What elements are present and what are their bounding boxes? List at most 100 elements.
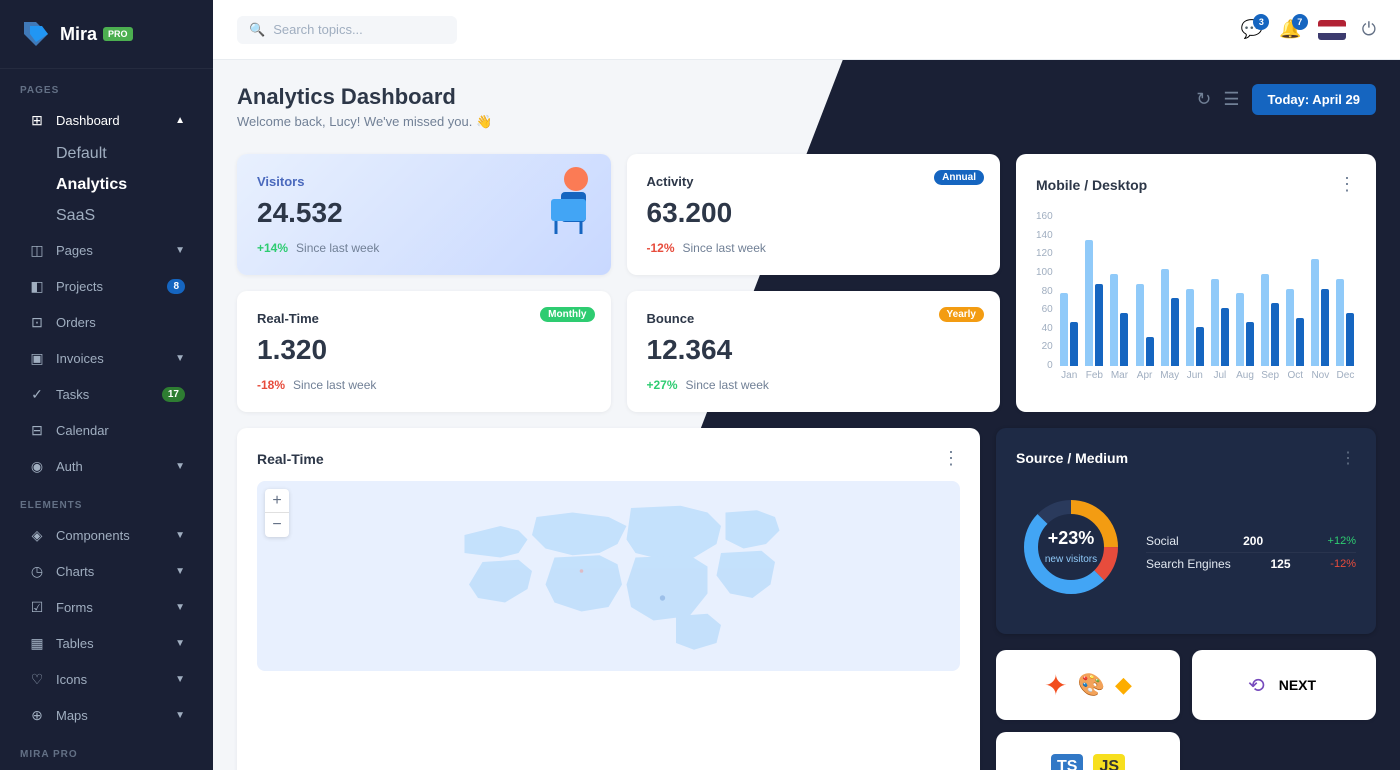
sidebar-item-pages[interactable]: ◫ Pages ▼	[8, 233, 205, 267]
app-name: Mira	[60, 24, 97, 45]
sidebar-item-invoices[interactable]: ▣ Invoices ▼	[8, 341, 205, 375]
notifications-button[interactable]: 💬 3	[1241, 19, 1263, 40]
mobile-bar-1	[1095, 284, 1103, 366]
sidebar-item-charts[interactable]: ◷ Charts ▼	[8, 554, 205, 588]
search-bar[interactable]: 🔍 Search topics...	[237, 16, 457, 44]
chat-badge: 3	[1253, 14, 1269, 30]
bar-group-nov	[1310, 211, 1331, 366]
search-placeholder: Search topics...	[273, 22, 363, 37]
logo-area[interactable]: Mira PRO	[0, 0, 213, 69]
sidebar-item-calendar[interactable]: ⊟ Calendar	[8, 413, 205, 447]
tables-label: Tables	[56, 636, 94, 651]
sidebar-item-dashboard[interactable]: ⊞ Dashboard ▲	[8, 103, 205, 137]
realtime-map-card: Real-Time ⋮ + −	[237, 428, 980, 770]
sidebar-item-icons[interactable]: ♡ Icons ▼	[8, 662, 205, 696]
bounce-since: Since last week	[686, 378, 769, 392]
bar-label-sep: Sep	[1260, 370, 1281, 381]
sidebar-item-analytics[interactable]: Analytics	[56, 170, 205, 200]
projects-label: Projects	[56, 279, 103, 294]
page-subtitle: Welcome back, Lucy! We've missed you. 👋	[237, 114, 492, 130]
bar-group-may	[1159, 211, 1180, 366]
sketch-icon: ◆	[1115, 672, 1132, 698]
social-value: 200	[1243, 534, 1263, 548]
bar-label-jan: Jan	[1059, 370, 1080, 381]
filter-button[interactable]: ☰	[1223, 89, 1239, 110]
bounce-footer: +27% Since last week	[647, 378, 981, 392]
components-chevron: ▼	[175, 530, 185, 541]
bounce-value: 12.364	[647, 334, 981, 366]
sidebar-item-saas[interactable]: SaaS	[56, 201, 205, 231]
sidebar-item-auth[interactable]: ◉ Auth ▼	[8, 449, 205, 483]
refresh-button[interactable]: ↻	[1196, 89, 1211, 110]
components-icon: ◈	[28, 526, 46, 544]
sidebar-item-orders[interactable]: ⊡ Orders	[8, 305, 205, 339]
source-more-icon[interactable]: ⋮	[1340, 448, 1356, 468]
realtime-delta: -18%	[257, 378, 285, 392]
bar-x-labels: JanFebMarAprMayJunJulAugSepOctNovDec	[1059, 370, 1356, 381]
donut-chart: +23% new visitors	[1016, 492, 1126, 602]
icons-chevron: ▼	[175, 674, 185, 685]
sidebar-item-default[interactable]: Default	[56, 139, 205, 169]
page-title: Analytics Dashboard	[237, 84, 492, 110]
desktop-bar-11	[1336, 279, 1344, 366]
tasks-badge: 17	[162, 387, 185, 402]
chart-more-icon[interactable]: ⋮	[1338, 174, 1356, 195]
orders-icon: ⊡	[28, 313, 46, 331]
pages-chevron: ▼	[175, 245, 185, 256]
realtime-value: 1.320	[257, 334, 591, 366]
date-button[interactable]: Today: April 29	[1252, 84, 1376, 115]
elements-section-label: ELEMENTS	[0, 484, 213, 517]
bar-chart	[1059, 211, 1356, 366]
map-more-icon[interactable]: ⋮	[942, 448, 960, 469]
main-content: Analytics Dashboard Welcome back, Lucy! …	[213, 60, 1400, 770]
charts-icon: ◷	[28, 562, 46, 580]
source-title: Source / Medium	[1016, 450, 1128, 466]
bell-button[interactable]: 🔔 7	[1279, 19, 1301, 40]
desktop-bar-4	[1161, 269, 1169, 366]
charts-chevron: ▼	[175, 566, 185, 577]
visitor-illustration	[521, 164, 601, 244]
invoices-label: Invoices	[56, 351, 104, 366]
calendar-icon: ⊟	[28, 421, 46, 439]
power-button[interactable]: ⏻	[1362, 19, 1376, 40]
desktop-bar-9	[1286, 289, 1294, 367]
figma-icon: ✦	[1044, 669, 1067, 702]
bar-group-jun	[1184, 211, 1205, 366]
header-actions: 💬 3 🔔 7 ⏻	[1241, 19, 1376, 40]
tech-logos-grid: ✦ 🎨 ◆ ⟲ NEXT TS JS	[996, 650, 1376, 770]
icons-label: Icons	[56, 672, 87, 687]
desktop-bar-3	[1136, 284, 1144, 366]
chart-area: 160140120100 806040200 JanFebMarAprMayJu…	[1036, 211, 1356, 381]
sidebar-item-tables[interactable]: ▦ Tables ▼	[8, 626, 205, 660]
auth-label: Auth	[56, 459, 83, 474]
source-medium-card: Source / Medium ⋮	[996, 428, 1376, 634]
sidebar-item-tasks[interactable]: ✓ Tasks 17	[8, 377, 205, 411]
mobile-bar-4	[1171, 298, 1179, 366]
bar-label-nov: Nov	[1310, 370, 1331, 381]
language-flag[interactable]	[1318, 20, 1346, 40]
figma-logo: 🎨	[1078, 672, 1105, 698]
bar-group-jan	[1059, 211, 1080, 366]
sidebar-item-components[interactable]: ◈ Components ▼	[8, 518, 205, 552]
tasks-icon: ✓	[28, 385, 46, 403]
logo-icon	[20, 18, 52, 50]
sidebar: Mira PRO PAGES ⊞ Dashboard ▲ Default Ana…	[0, 0, 213, 770]
maps-chevron: ▼	[175, 710, 185, 721]
header: 🔍 Search topics... 💬 3 🔔 7 ⏻	[213, 0, 1400, 60]
mobile-bar-0	[1070, 322, 1078, 366]
javascript-icon: JS	[1093, 754, 1125, 770]
mobile-bar-6	[1221, 308, 1229, 366]
redux-icon: ⟲	[1248, 673, 1265, 698]
map-title: Real-Time	[257, 451, 324, 467]
y-axis: 160140120100 806040200	[1036, 211, 1053, 371]
pages-label: Pages	[56, 243, 93, 258]
mirapro-section-label: MIRA PRO	[0, 733, 213, 766]
bounce-delta: +27%	[647, 378, 678, 392]
tables-chevron: ▼	[175, 638, 185, 649]
donut-percent: +23%	[1045, 528, 1097, 549]
sidebar-item-projects[interactable]: ◧ Projects 8	[8, 269, 205, 303]
bar-group-aug	[1234, 211, 1255, 366]
sidebar-item-forms[interactable]: ☑ Forms ▼	[8, 590, 205, 624]
bar-chart-area: JanFebMarAprMayJunJulAugSepOctNovDec	[1059, 211, 1356, 381]
sidebar-item-maps[interactable]: ⊕ Maps ▼	[8, 698, 205, 732]
